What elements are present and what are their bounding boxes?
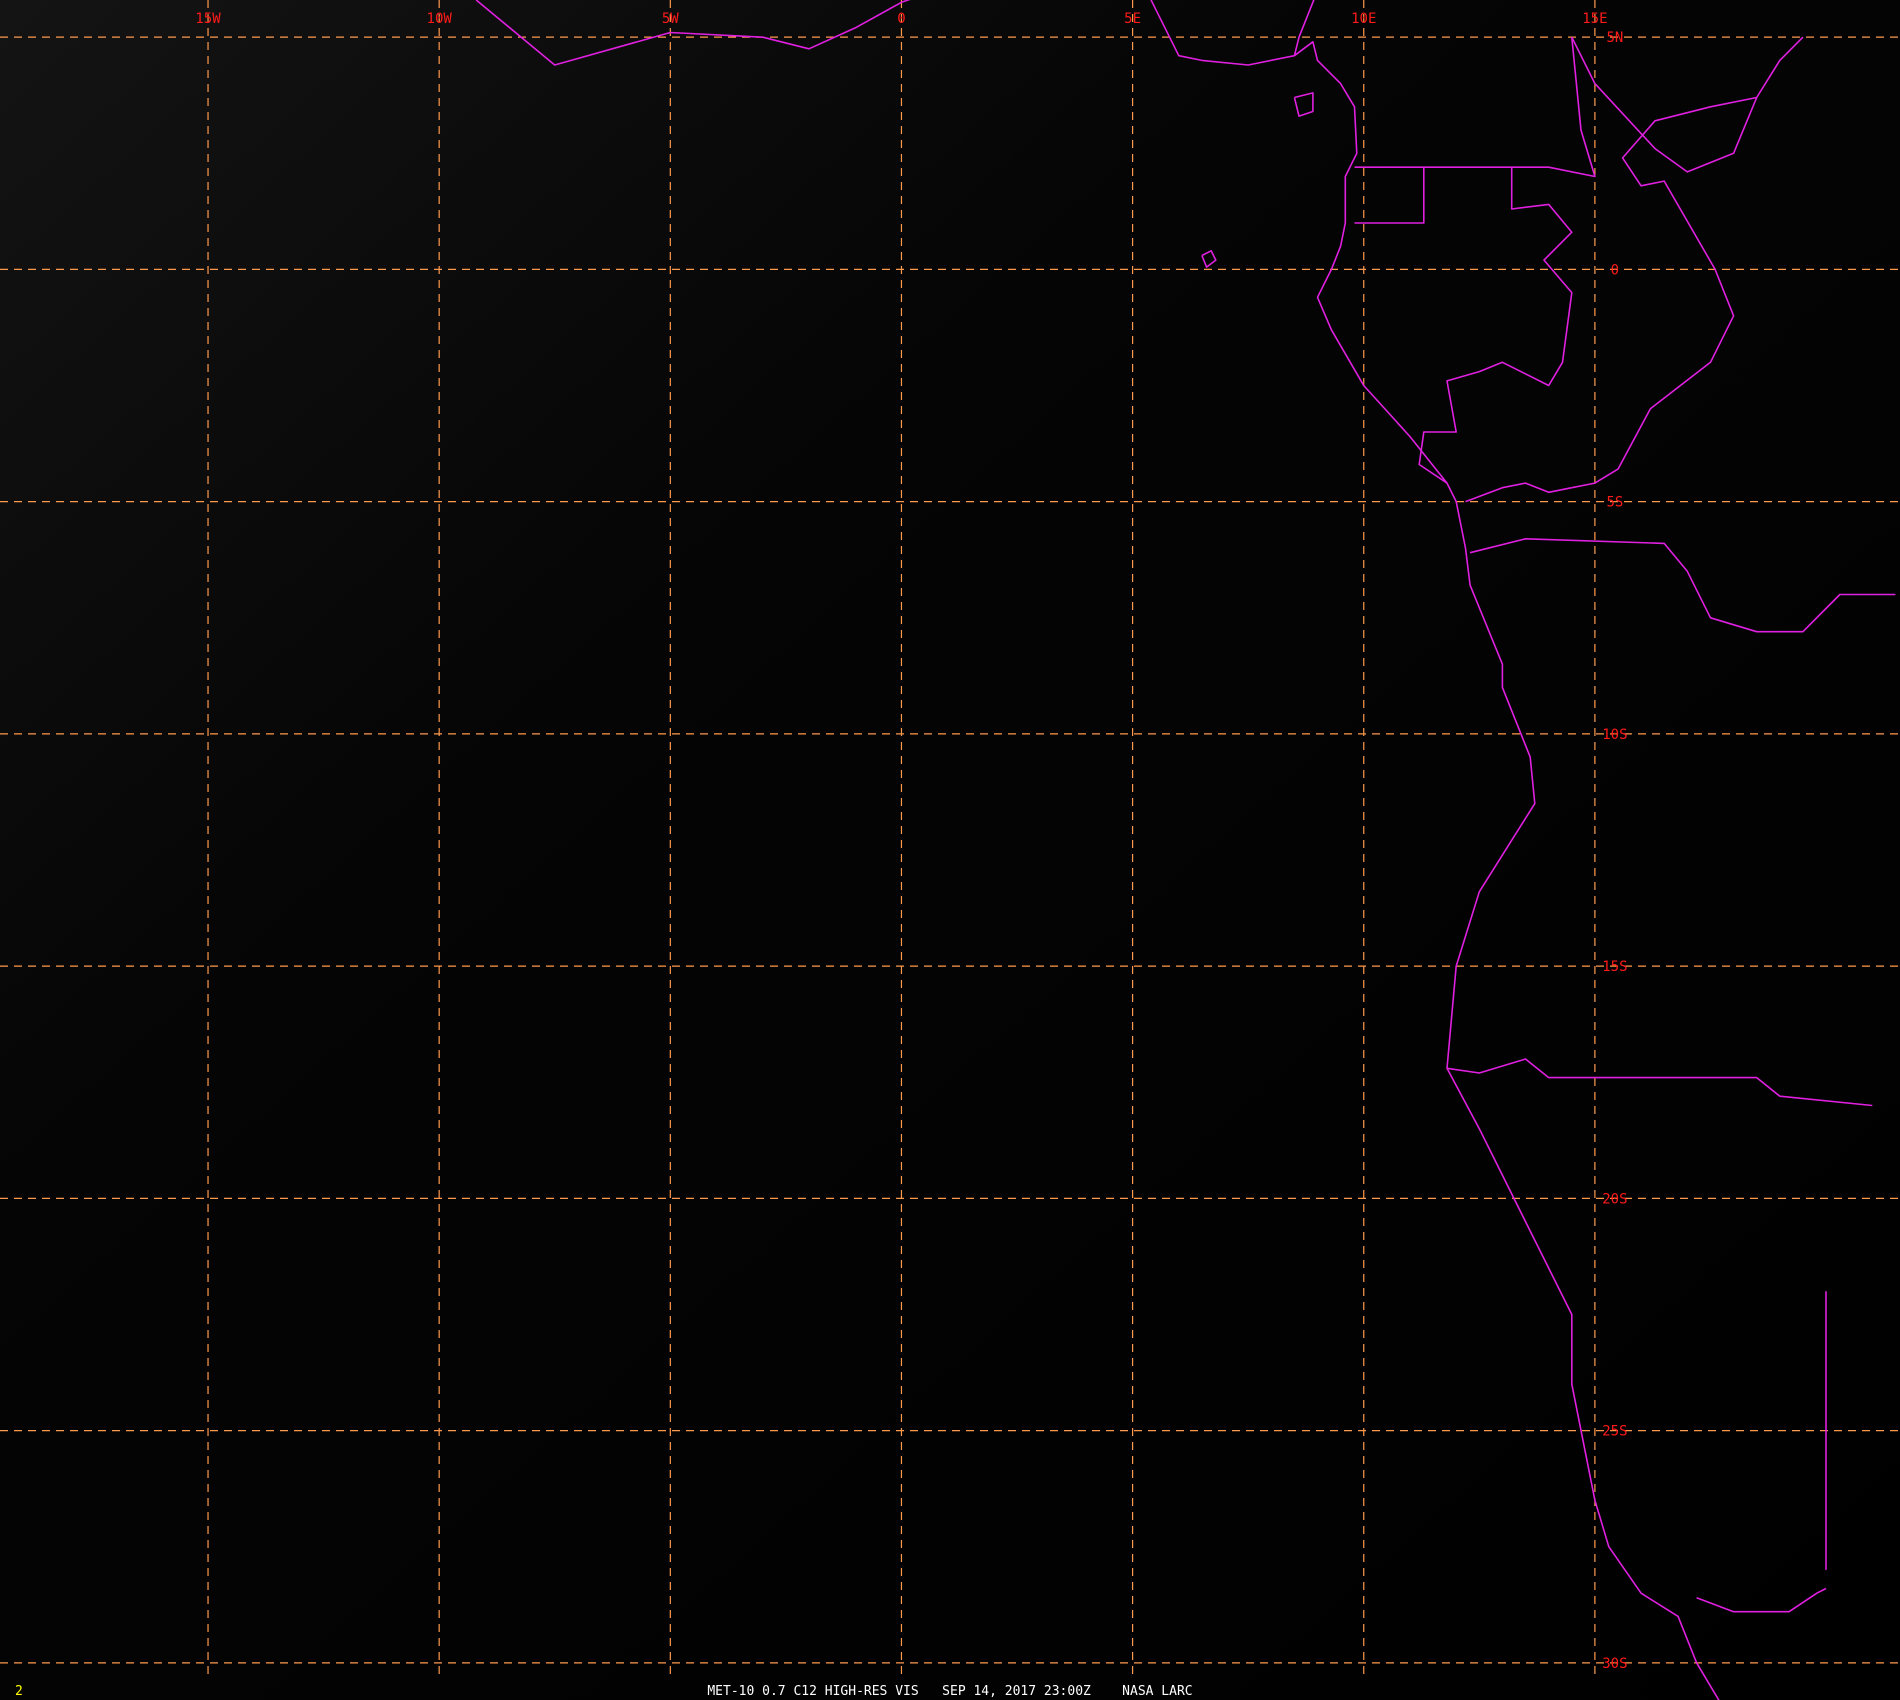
frame-number: 2 (15, 1684, 23, 1699)
satellite-image-viewer: 15W 10W 5W 0 5E 10E 15E 5N 0 5S 10S 15S 20S 25S 30S 2 … (0, 0, 1900, 1700)
latitude-label: 0 (1611, 262, 1619, 278)
latitude-label: 15S (1602, 959, 1627, 975)
satellite-map: 15W 10W 5W 0 5E 10E 15E5N05S10S15S20S25S30S 2 … (0, 0, 1900, 1700)
longitude-label: 0 (897, 11, 905, 27)
longitude-label: 15W (195, 11, 221, 27)
satellite-image-background (0, 0, 1900, 1700)
latitude-label: 25S (1602, 1424, 1627, 1440)
longitude-label: 10E (1351, 11, 1376, 27)
latitude-label: 5S (1606, 495, 1623, 511)
latitude-label: 10S (1602, 727, 1627, 743)
latitude-label: 5N (1606, 30, 1623, 46)
latitude-label: 20S (1602, 1191, 1627, 1207)
latitude-label: 30S (1602, 1656, 1627, 1672)
longitude-label: 5W (662, 11, 679, 27)
image-caption: MET-10 0.7 C12 HIGH-RES VIS SEP 14, 2017… (707, 1684, 1192, 1699)
longitude-label: 15E (1582, 11, 1607, 27)
longitude-label: 5E (1124, 11, 1141, 27)
longitude-label: 10W (427, 11, 453, 27)
